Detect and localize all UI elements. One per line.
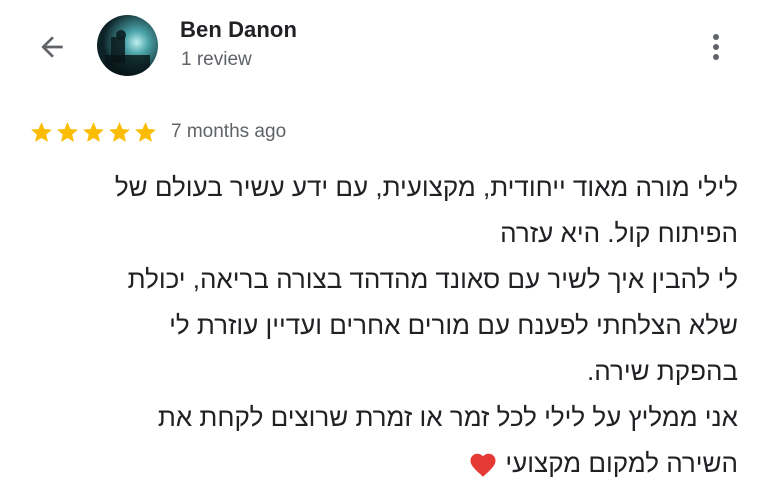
author-name[interactable]: Ben Danon xyxy=(180,17,297,43)
more-vert-icon xyxy=(713,34,719,60)
review-line: הפיתוח קול. היא עזרה xyxy=(18,210,738,256)
review-line: שלא הצלחתי לפענח עם מורים אחרים ועדיין ע… xyxy=(18,302,738,348)
review-line-text: הפיתוח קול. היא עזרה xyxy=(500,218,738,248)
review-text: לילי מורה מאוד ייחודית, מקצועית, עם ידע … xyxy=(18,164,738,486)
review-line: לילי מורה מאוד ייחודית, מקצועית, עם ידע … xyxy=(18,164,738,210)
review-line-text: בהפקת שירה. xyxy=(587,356,738,386)
star-icon xyxy=(109,121,130,142)
rating-row: 7 months ago xyxy=(29,118,286,146)
review-header: Ben Danon 1 review xyxy=(0,0,768,95)
review-line-text: אני ממליץ על לילי לכל זמר או זמרת שרוצים… xyxy=(157,402,738,432)
heart-emoji-icon xyxy=(470,453,496,477)
review-line: השירה למקום מקצועי xyxy=(18,440,738,486)
review-line-text: לי להבין איך לשיר עם סאונד מהדהד בצורה ב… xyxy=(127,264,738,294)
avatar[interactable] xyxy=(97,15,158,76)
arrow-back-icon xyxy=(41,36,63,58)
review-line-text: שלא הצלחתי לפענח עם מורים אחרים ועדיין ע… xyxy=(169,310,738,340)
review-line-text: לילי מורה מאוד ייחודית, מקצועית, עם ידע … xyxy=(114,172,738,202)
star-icon xyxy=(83,121,104,142)
star-icon xyxy=(57,121,78,142)
review-line: אני ממליץ על לילי לכל זמר או זמרת שרוצים… xyxy=(18,394,738,440)
review-line: בהפקת שירה. xyxy=(18,348,738,394)
star-rating xyxy=(29,120,158,145)
review-date: 7 months ago xyxy=(171,121,287,142)
review-line: לי להבין איך לשיר עם סאונד מהדהד בצורה ב… xyxy=(18,256,738,302)
review-line-text: השירה למקום מקצועי xyxy=(505,448,738,478)
back-button[interactable] xyxy=(28,27,76,67)
star-icon xyxy=(135,121,156,142)
more-options-button[interactable] xyxy=(698,26,734,68)
star-icon xyxy=(31,121,52,142)
review-count: 1 review xyxy=(181,49,252,70)
